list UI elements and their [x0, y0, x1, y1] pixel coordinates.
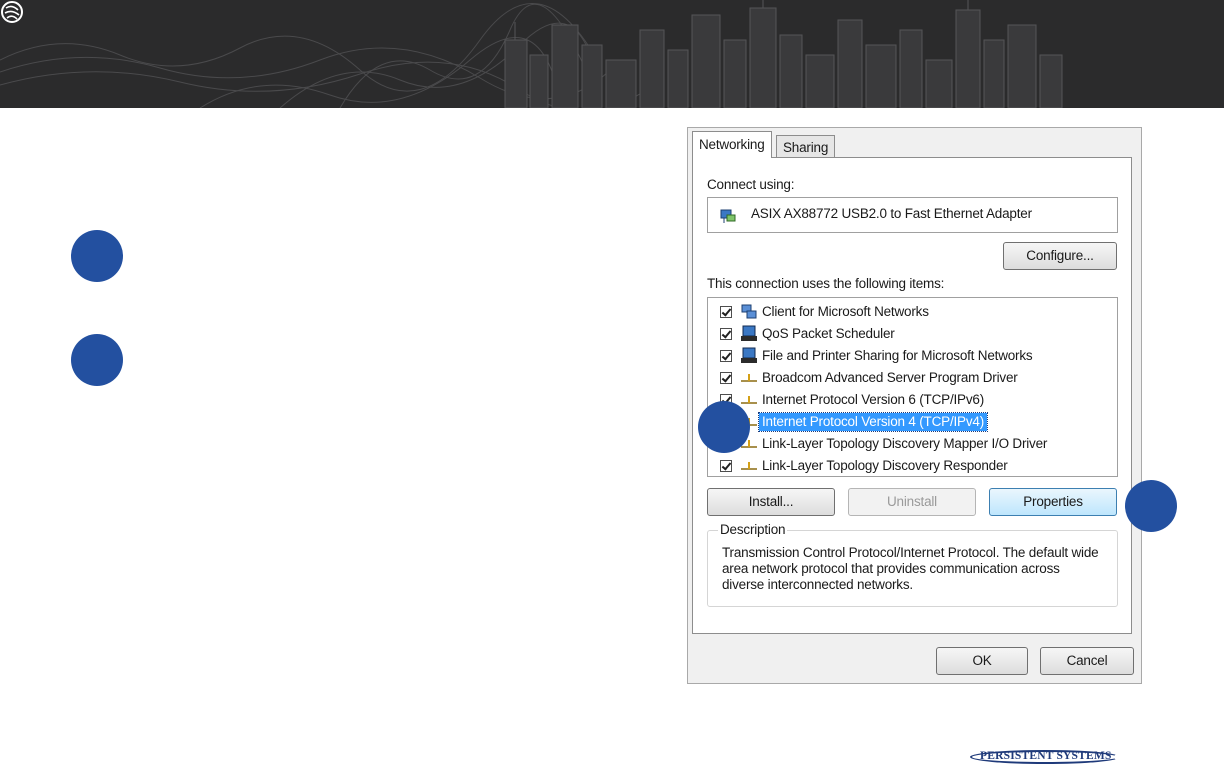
step-marker-2 — [71, 334, 123, 386]
item-label: Broadcom Advanced Server Program Driver — [762, 370, 1018, 385]
properties-button[interactable]: Properties — [989, 488, 1117, 516]
network-adapter-icon — [720, 209, 736, 223]
item-label: QoS Packet Scheduler — [762, 326, 895, 341]
connection-properties-dialog: Networking Sharing Connect using: ASIX A… — [687, 127, 1142, 684]
item-label: Internet Protocol Version 6 (TCP/IPv6) — [762, 392, 984, 407]
tab-networking[interactable]: Networking — [692, 131, 772, 158]
item-checkbox[interactable] — [720, 372, 732, 384]
network-service-icon — [741, 325, 757, 341]
network-service-icon — [741, 347, 757, 363]
footer-brand-text: PERSISTENT SYSTEMS — [980, 750, 1112, 762]
item-checkbox[interactable] — [720, 306, 732, 318]
slide: Networking Sharing Connect using: ASIX A… — [0, 0, 1224, 769]
network-client-icon — [741, 304, 757, 319]
list-item[interactable]: Internet Protocol Version 6 (TCP/IPv6) — [708, 389, 1117, 411]
tab-sharing[interactable]: Sharing — [776, 135, 836, 159]
protocol-icon — [741, 396, 757, 404]
cancel-button[interactable]: Cancel — [1040, 647, 1134, 675]
configure-button[interactable]: Configure... — [1003, 242, 1117, 270]
install-button[interactable]: Install... — [707, 488, 835, 516]
items-label: This connection uses the following items… — [707, 276, 945, 291]
list-item[interactable]: Broadcom Advanced Server Program Driver — [708, 367, 1117, 389]
item-label: Link-Layer Topology Discovery Responder — [762, 458, 1008, 473]
ok-button[interactable]: OK — [936, 647, 1028, 675]
adapter-field: ASIX AX88772 USB2.0 to Fast Ethernet Ada… — [707, 197, 1118, 233]
brand-logo-icon — [1, 1, 23, 23]
list-item[interactable]: File and Printer Sharing for Microsoft N… — [708, 345, 1117, 367]
connection-items-list[interactable]: Client for Microsoft Networks QoS Packet… — [707, 297, 1118, 477]
protocol-icon — [741, 374, 757, 382]
item-checkbox[interactable] — [720, 460, 732, 472]
networking-tab-panel: Connect using: ASIX AX88772 USB2.0 to Fa… — [692, 157, 1132, 634]
item-label: Client for Microsoft Networks — [762, 304, 929, 319]
step-marker-1 — [71, 230, 123, 282]
connect-using-label: Connect using: — [707, 177, 795, 192]
step-marker-4 — [1125, 480, 1177, 532]
list-item-selected[interactable]: Internet Protocol Version 4 (TCP/IPv4) — [708, 411, 1117, 433]
description-text: Transmission Control Protocol/Internet P… — [722, 545, 1099, 592]
description-group: Description Transmission Control Protoco… — [707, 522, 1118, 607]
item-label: Internet Protocol Version 4 (TCP/IPv4) — [758, 412, 988, 432]
item-label: Link-Layer Topology Discovery Mapper I/O… — [762, 436, 1048, 451]
uninstall-button[interactable]: Uninstall — [848, 488, 976, 516]
description-title: Description — [718, 522, 788, 537]
adapter-name: ASIX AX88772 USB2.0 to Fast Ethernet Ada… — [751, 206, 1032, 221]
skyline-illustration — [0, 0, 1063, 108]
header-banner — [0, 0, 1224, 108]
item-checkbox[interactable] — [720, 328, 732, 340]
step-marker-3 — [698, 401, 750, 453]
protocol-icon — [741, 462, 757, 470]
item-checkbox[interactable] — [720, 350, 732, 362]
list-item[interactable]: QoS Packet Scheduler — [708, 323, 1117, 345]
list-item[interactable]: Link-Layer Topology Discovery Mapper I/O… — [708, 433, 1117, 455]
list-item[interactable]: Client for Microsoft Networks — [708, 301, 1117, 323]
list-item[interactable]: Link-Layer Topology Discovery Responder — [708, 455, 1117, 476]
item-label: File and Printer Sharing for Microsoft N… — [762, 348, 1033, 363]
footer-brand-logo: PERSISTENT SYSTEMS — [970, 748, 1120, 766]
